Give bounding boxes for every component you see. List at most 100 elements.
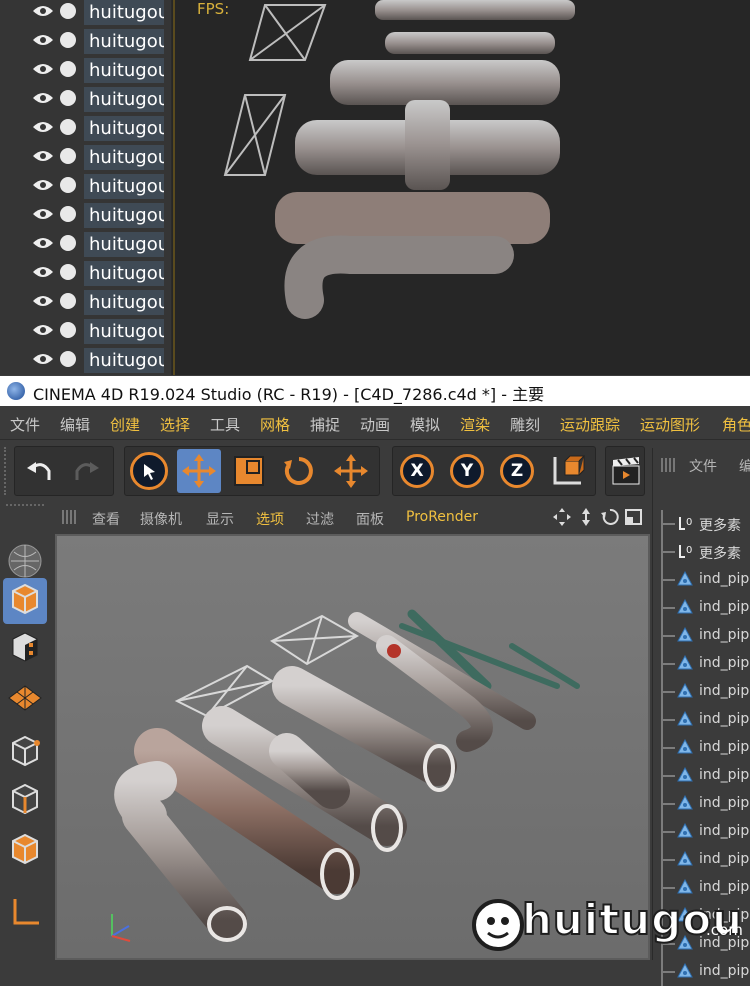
render-dot-icon[interactable] (60, 235, 76, 251)
object-row[interactable]: huitugou (0, 259, 172, 288)
eye-icon[interactable] (32, 294, 54, 308)
object-row[interactable]: huitugou (0, 288, 172, 317)
object-tree-row[interactable]: 0 更多素 (661, 538, 750, 566)
maximize-icon[interactable] (624, 507, 644, 527)
object-tree-row[interactable]: ind_pip (661, 958, 750, 986)
viewport-menu-item[interactable]: 摄像机 (140, 509, 182, 529)
render-dot-icon[interactable] (60, 264, 76, 280)
menu-item[interactable]: 创建 (110, 414, 140, 435)
eye-icon[interactable] (32, 91, 54, 105)
render-dot-icon[interactable] (60, 119, 76, 135)
eye-icon[interactable] (32, 323, 54, 337)
object-row[interactable]: huitugou (0, 85, 172, 114)
select-tool-button[interactable] (127, 449, 171, 493)
eye-icon[interactable] (32, 149, 54, 163)
object-row[interactable]: huitugou (0, 230, 172, 259)
recent-tool-button[interactable] (329, 449, 373, 493)
move-tool-button[interactable] (177, 449, 221, 493)
render-dot-icon[interactable] (60, 351, 76, 367)
object-row[interactable]: huitugou (0, 346, 172, 375)
object-row[interactable]: huitugou (0, 172, 172, 201)
menu-item[interactable]: 工具 (210, 414, 240, 435)
z-axis-button[interactable]: Z (495, 449, 539, 493)
object-tree-row[interactable]: ind_pip (661, 678, 750, 706)
eye-icon[interactable] (32, 236, 54, 250)
redo-button[interactable] (65, 449, 109, 493)
edges-mode-button[interactable] (3, 778, 47, 824)
undo-button[interactable] (17, 449, 61, 493)
render-dot-icon[interactable] (60, 61, 76, 77)
points-mode-button[interactable] (3, 730, 47, 776)
render-dot-icon[interactable] (60, 90, 76, 106)
object-row[interactable]: huitugou (0, 143, 172, 172)
menu-item[interactable]: 选择 (160, 414, 190, 435)
render-dot-icon[interactable] (60, 148, 76, 164)
pan-icon[interactable] (552, 507, 572, 527)
object-tree-row[interactable]: ind_pip (661, 706, 750, 734)
eye-icon[interactable] (32, 352, 54, 366)
object-row[interactable]: huitugou (0, 27, 172, 56)
rotate-tool-button[interactable] (277, 449, 321, 493)
eye-icon[interactable] (32, 120, 54, 134)
object-row[interactable]: huitugou (0, 201, 172, 230)
orbit-icon[interactable] (600, 507, 620, 527)
object-row[interactable]: huitugou (0, 317, 172, 346)
viewport-menu-item[interactable]: 选项 (256, 509, 284, 529)
menu-item[interactable]: 模拟 (410, 414, 440, 435)
workplane-button[interactable] (3, 676, 47, 722)
render-dot-icon[interactable] (60, 177, 76, 193)
render-dot-icon[interactable] (60, 32, 76, 48)
scale-tool-button[interactable] (227, 449, 271, 493)
render-dot-icon[interactable] (60, 3, 76, 19)
object-row[interactable]: huitugou (0, 56, 172, 85)
axis-mode-button[interactable] (3, 892, 47, 938)
menu-item[interactable]: 雕刻 (510, 414, 540, 435)
eye-icon[interactable] (32, 4, 54, 18)
om-menu-edit[interactable]: 编 (739, 456, 750, 476)
object-tree-row[interactable]: ind_pip (661, 622, 750, 650)
menu-item[interactable]: 动画 (360, 414, 390, 435)
coordinate-system-button[interactable] (545, 449, 589, 493)
eye-icon[interactable] (32, 178, 54, 192)
object-row[interactable]: huitugou (0, 114, 172, 143)
viewport-menu-item[interactable]: 过滤 (306, 509, 334, 529)
menu-item[interactable]: 编辑 (60, 414, 90, 435)
object-tree-row[interactable]: ind_pip (661, 566, 750, 594)
render-dot-icon[interactable] (60, 206, 76, 222)
menu-item[interactable]: 文件 (10, 414, 40, 435)
object-tree-row[interactable]: 0 更多素 (661, 510, 750, 538)
object-mode-button[interactable] (3, 578, 47, 624)
menu-item[interactable]: 捕捉 (310, 414, 340, 435)
render-dot-icon[interactable] (60, 322, 76, 338)
viewport-menu-item[interactable]: ProRender (406, 509, 478, 525)
render-view-button[interactable] (606, 449, 646, 493)
object-tree-row[interactable]: ind_pip (661, 594, 750, 622)
menu-item[interactable]: 运动跟踪 (560, 414, 620, 435)
x-axis-button[interactable]: X (395, 449, 439, 493)
eye-icon[interactable] (32, 265, 54, 279)
eye-icon[interactable] (32, 33, 54, 47)
eye-icon[interactable] (32, 207, 54, 221)
object-tree-row[interactable]: ind_pip (661, 846, 750, 874)
y-axis-button[interactable]: Y (445, 449, 489, 493)
texture-mode-button[interactable] (3, 626, 47, 672)
viewport-menu-item[interactable]: 面板 (356, 509, 384, 529)
eye-icon[interactable] (32, 62, 54, 76)
viewport-nav-icons (552, 507, 644, 529)
object-tree-row[interactable]: ind_pip (661, 762, 750, 790)
object-tree-row[interactable]: ind_pip (661, 650, 750, 678)
render-dot-icon[interactable] (60, 293, 76, 309)
menu-item[interactable]: 运动图形 (640, 414, 700, 435)
menu-item[interactable]: 网格 (260, 414, 290, 435)
viewport-menu-item[interactable]: 显示 (206, 509, 234, 529)
object-tree-row[interactable]: ind_pip (661, 818, 750, 846)
viewport-menu-item[interactable]: 查看 (92, 509, 120, 529)
object-tree-row[interactable]: ind_pip (661, 734, 750, 762)
object-row[interactable]: huitugou (0, 0, 172, 27)
om-menu-file[interactable]: 文件 (689, 456, 717, 476)
polygons-mode-button[interactable] (3, 828, 47, 874)
object-tree-row[interactable]: ind_pip (661, 790, 750, 818)
menu-item[interactable]: 渲染 (460, 414, 490, 435)
zoom-icon[interactable] (576, 507, 596, 527)
menu-item[interactable]: 角色 (722, 414, 750, 435)
